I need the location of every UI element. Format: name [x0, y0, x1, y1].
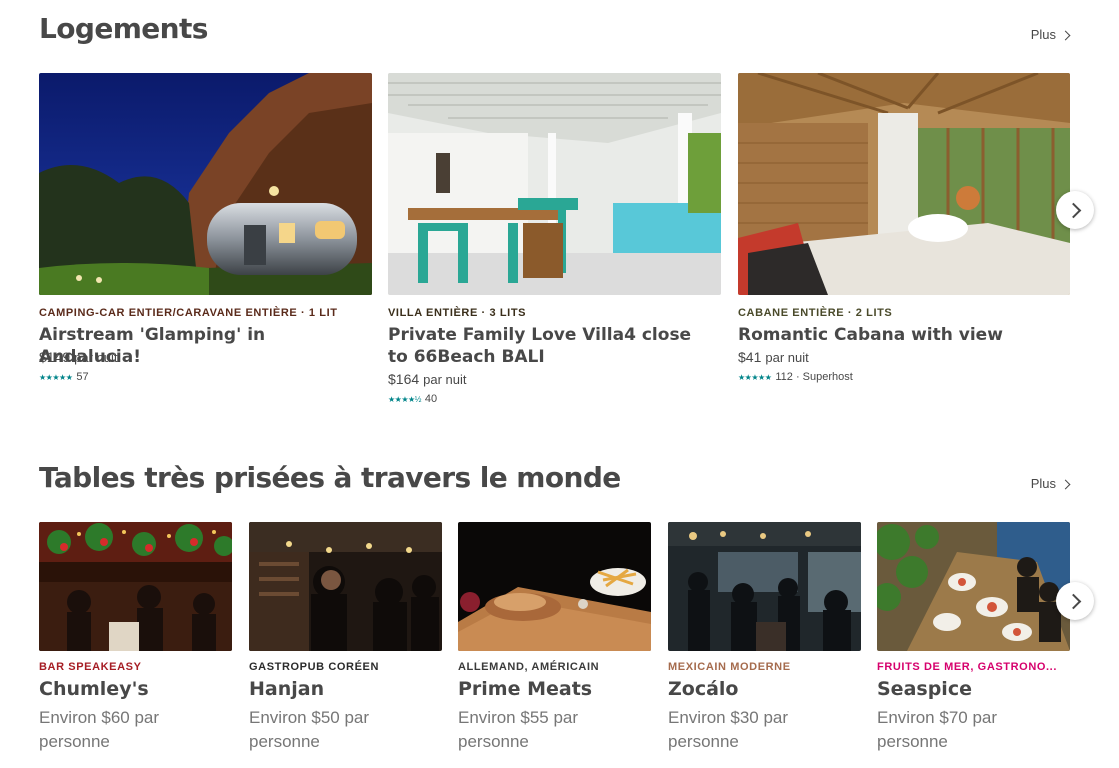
listing-card[interactable]: CABANE ENTIÈRE · 2 LITS Romantic Cabana …	[738, 73, 1070, 413]
listing-card[interactable]: VILLA ENTIÈRE · 3 LITS Private Family Lo…	[388, 73, 721, 413]
restaurant-price: Environ $60 par personne	[39, 708, 160, 751]
meal-photo[interactable]	[458, 522, 651, 651]
section-title-restaurants: Tables très prisées à travers le monde	[39, 461, 621, 494]
chevron-right-icon	[1065, 593, 1081, 609]
dining-room-photo[interactable]	[668, 522, 861, 651]
restaurant-card[interactable]: MEXICAIN MODERNE Zocálo Environ $30 par …	[668, 522, 861, 762]
listing-price: $164 par nuit	[388, 371, 467, 387]
restaurant-name[interactable]: Zocálo	[668, 678, 738, 700]
restaurant-card[interactable]: FRUITS DE MER, GASTRONO... Seaspice Envi…	[877, 522, 1070, 762]
restaurant-name[interactable]: Hanjan	[249, 678, 324, 700]
restaurant-price: Environ $55 par personne	[458, 708, 579, 751]
restaurant-card[interactable]: GASTROPUB CORÉEN Hanjan Environ $50 par …	[249, 522, 442, 762]
star-rating-icon: ★★★★★	[39, 372, 73, 382]
bar-photo[interactable]	[39, 522, 232, 651]
price-value: $41	[738, 349, 762, 365]
listing-rating: ★★★★★ 57	[39, 371, 89, 383]
restaurant-price: Environ $70 par personne	[877, 708, 998, 751]
listing-type: CAMPING-CAR ENTIER/CARAVANE ENTIÈRE · 1 …	[39, 307, 338, 319]
section-title-homes: Logements	[39, 12, 208, 45]
cuisine-type: MEXICAIN MODERNE	[668, 661, 791, 673]
review-count: 112 · Superhost	[775, 371, 853, 383]
star-rating-icon: ★★★★½	[388, 394, 421, 404]
cuisine-type: FRUITS DE MER, GASTRONO...	[877, 661, 1057, 673]
carousel-next-button-homes[interactable]	[1056, 191, 1094, 229]
seafood-table-photo[interactable]	[877, 522, 1070, 651]
listing-rating: ★★★★★ 112 · Superhost	[738, 371, 853, 383]
restaurant-name[interactable]: Seaspice	[877, 678, 972, 700]
chevron-right-icon	[1060, 479, 1071, 489]
more-homes-link[interactable]: Plus	[1030, 27, 1071, 42]
more-label: Plus	[1030, 476, 1056, 491]
review-count: 57	[76, 371, 89, 383]
chevron-right-icon	[1065, 202, 1081, 218]
restaurant-price: Environ $50 par personne	[249, 708, 370, 751]
listing-type: CABANE ENTIÈRE · 2 LITS	[738, 307, 893, 319]
listing-price: $149 par nuit	[39, 349, 118, 365]
restaurant-name[interactable]: Chumley's	[39, 678, 149, 700]
cuisine-type: ALLEMAND, AMÉRICAIN	[458, 661, 600, 673]
villa-photo[interactable]	[388, 73, 721, 295]
restaurant-price: Environ $30 par personne	[668, 708, 789, 751]
price-unit: par nuit	[765, 350, 809, 365]
listing-title[interactable]: Private Family Love Villa4 close to 66Be…	[388, 324, 708, 368]
more-restaurants-link[interactable]: Plus	[1030, 476, 1071, 491]
listing-type: VILLA ENTIÈRE · 3 LITS	[388, 307, 527, 319]
airstream-photo[interactable]	[39, 73, 372, 295]
cuisine-type: BAR SPEAKEASY	[39, 661, 142, 673]
carousel-next-button-restaurants[interactable]	[1056, 582, 1094, 620]
listing-rating: ★★★★½ 40	[388, 393, 437, 405]
listing-price: $41 par nuit	[738, 349, 809, 365]
restaurant-name[interactable]: Prime Meats	[458, 678, 592, 700]
review-count: 40	[424, 393, 438, 405]
more-label: Plus	[1030, 27, 1056, 42]
price-value: $149	[39, 349, 71, 365]
star-rating-icon: ★★★★★	[738, 372, 772, 382]
cabana-photo[interactable]	[738, 73, 1070, 295]
chevron-right-icon	[1060, 30, 1071, 40]
cuisine-type: GASTROPUB CORÉEN	[249, 661, 379, 673]
restaurant-card[interactable]: ALLEMAND, AMÉRICAIN Prime Meats Environ …	[458, 522, 651, 762]
price-unit: par nuit	[423, 372, 467, 387]
listing-title[interactable]: Romantic Cabana with view	[738, 324, 1058, 346]
price-unit: par nuit	[74, 350, 118, 365]
restaurant-card[interactable]: BAR SPEAKEASY Chumley's Environ $60 par …	[39, 522, 232, 762]
gastropub-photo[interactable]	[249, 522, 442, 651]
price-value: $164	[388, 371, 420, 387]
listing-card[interactable]: CAMPING-CAR ENTIER/CARAVANE ENTIÈRE · 1 …	[39, 73, 372, 413]
